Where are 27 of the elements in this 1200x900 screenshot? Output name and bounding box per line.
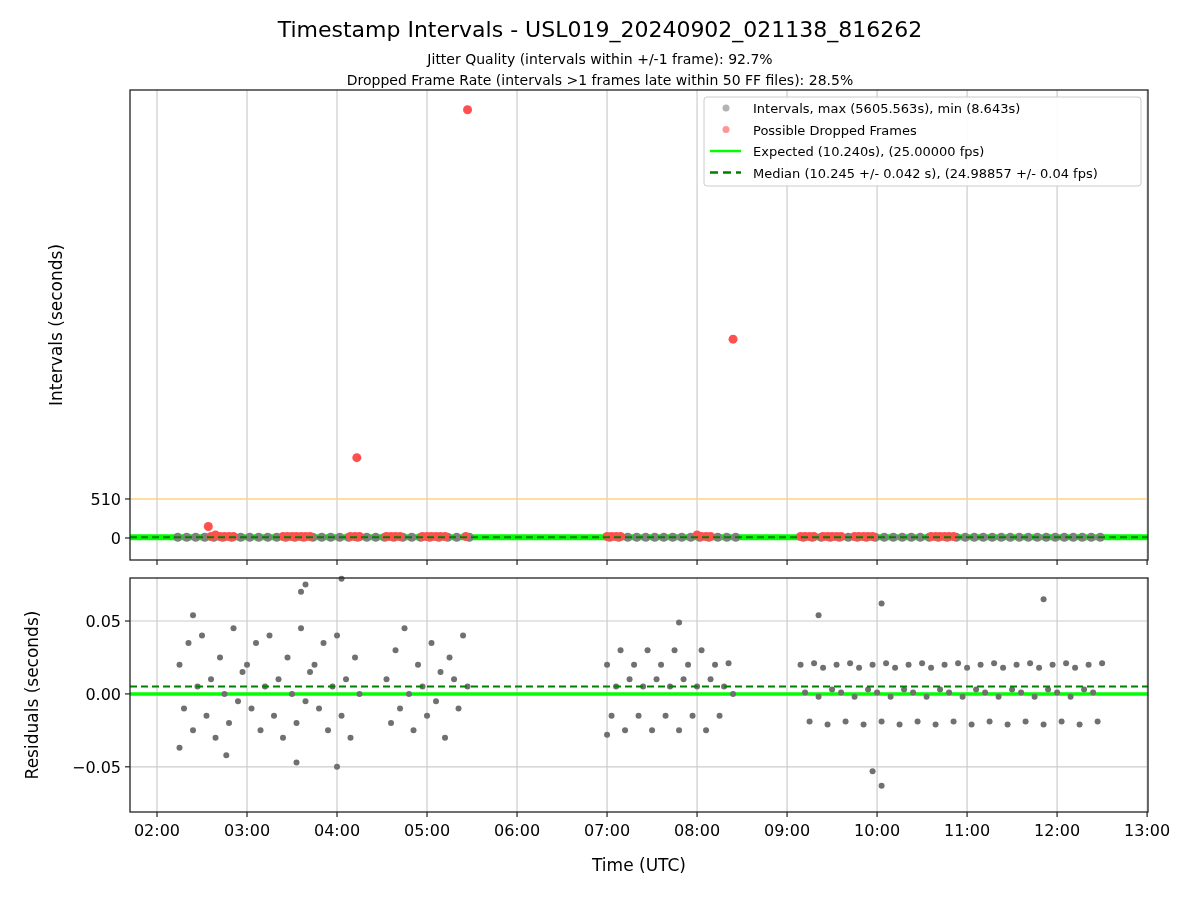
tick-label: 06:00 <box>494 821 541 840</box>
tick-label: 13:00 <box>1124 821 1171 840</box>
tick-label: 0.05 <box>85 612 121 631</box>
legend-label: Median (10.245 +/- 0.042 s), (24.98857 +/- 0.04 fps) <box>753 165 1098 181</box>
tick-label: 09:00 <box>764 821 811 840</box>
legend-label: Intervals, max (5605.563s), min (8.643s) <box>753 101 1021 116</box>
chart-title: Timestamp Intervals - USL019_20240902_021138_816262 <box>277 17 923 42</box>
tick-label: 03:00 <box>223 821 271 840</box>
legend-label: Expected (10.240s), (25.00000 fps) <box>753 144 985 159</box>
tick-label: 510 <box>90 489 121 509</box>
tick-label: 12:00 <box>1034 821 1081 840</box>
tick-label: 04:00 <box>313 821 361 840</box>
tick-label: 11:00 <box>944 821 991 840</box>
chart-subtitle: Dropped Frame Rate (intervals >1 frames late within 50 FF files): 28.5% <box>346 72 854 88</box>
tick-label: 0.00 <box>85 684 121 704</box>
legend-label: Possible Dropped Frames <box>753 122 917 138</box>
axis-label: Intervals (seconds) <box>46 243 66 407</box>
tick-label: 02:00 <box>133 821 181 840</box>
axis-label: Time (UTC) <box>592 855 686 875</box>
tick-label: 0 <box>110 529 121 548</box>
chart-subtitle: Jitter Quality (intervals within +/-1 frame): 92.7% <box>427 51 773 67</box>
tick-label: 05:00 <box>403 821 451 840</box>
tick-label: 08:00 <box>674 821 721 840</box>
tick-label: 10:00 <box>854 821 901 840</box>
tick-label: −0.05 <box>71 757 121 777</box>
axis-label: Residuals (seconds) <box>22 610 42 780</box>
tick-label: 07:00 <box>584 821 631 840</box>
